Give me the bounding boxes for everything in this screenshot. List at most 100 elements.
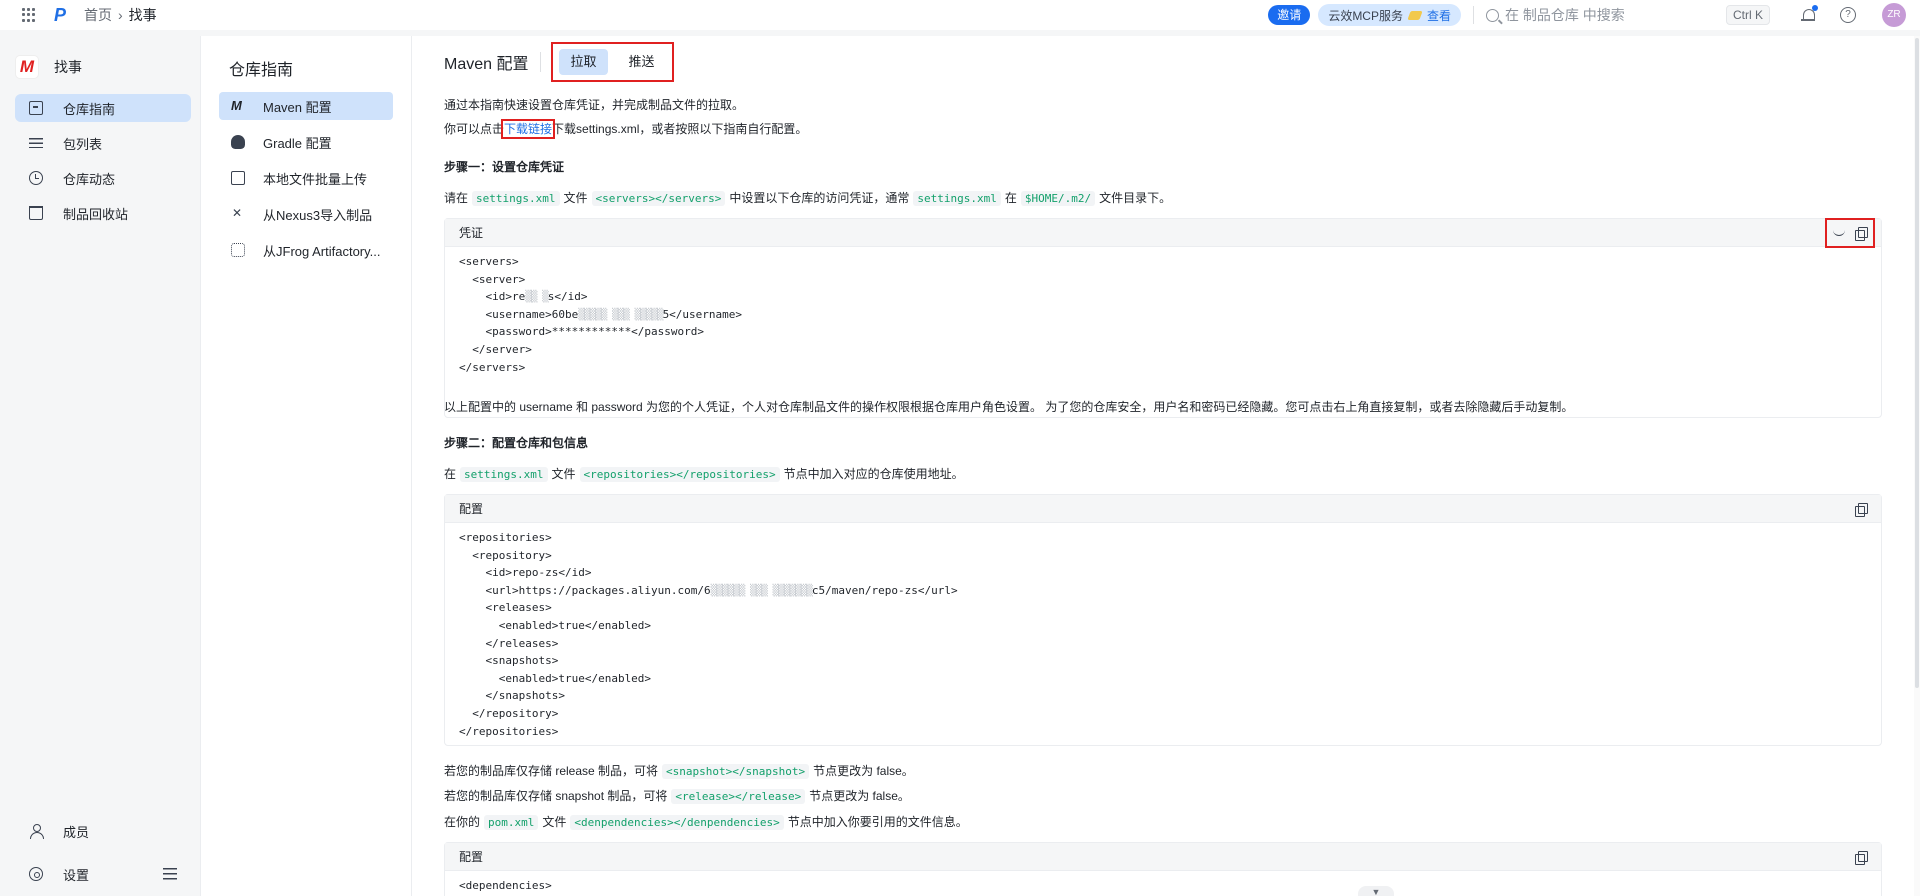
nav-item-label: 仓库动态 bbox=[63, 171, 116, 187]
mcp-view-link[interactable]: 查看 bbox=[1427, 7, 1451, 24]
code-line: </releases> bbox=[459, 636, 559, 650]
collapse-sidebar-icon[interactable] bbox=[163, 868, 177, 880]
copy-icon[interactable] bbox=[1855, 226, 1868, 241]
step2-description: 在 settings.xml 文件 <repositories></repositor… bbox=[444, 465, 964, 482]
guide-item-gradle[interactable]: Gradle 配置 bbox=[219, 128, 393, 156]
guide-item-label: 本地文件批量上传 bbox=[263, 171, 368, 187]
gear-icon bbox=[29, 867, 43, 881]
intro-download-text: 你可以点击下载链接下载settings.xml，或者按照以下指南自行配置。 bbox=[444, 119, 808, 139]
tab-pull[interactable]: 拉取 bbox=[559, 49, 608, 75]
code-line: <enabled>true</enabled> bbox=[459, 671, 652, 685]
text: 中设置以下仓库的访问凭证，通常 bbox=[729, 191, 910, 205]
text: 若您的制品库仅存储 snapshot 制品，可将 bbox=[444, 789, 668, 803]
mcp-service-chip[interactable]: 云效MCP服务 查看 bbox=[1318, 4, 1461, 26]
nexus-icon bbox=[231, 206, 245, 221]
guide-item-upload[interactable]: 本地文件批量上传 bbox=[219, 164, 393, 192]
top-right-tools: 邀请 云效MCP服务 查看 在 制品仓库 中搜索 Ctrl K ? ZR bbox=[1268, 0, 1920, 30]
code-text: <username>60be bbox=[459, 307, 579, 321]
search-icon bbox=[1486, 8, 1499, 22]
download-link[interactable]: 下载链接 bbox=[501, 119, 556, 139]
jfrog-icon bbox=[231, 243, 245, 257]
code-line: <repositories> bbox=[459, 531, 552, 544]
text: 你可以点击 bbox=[444, 122, 505, 136]
guide-item-label: 从Nexus3导入制品 bbox=[263, 207, 373, 223]
scroll-down-icon[interactable]: ▼ bbox=[1358, 886, 1394, 896]
text: 文件 bbox=[542, 815, 567, 829]
code-line: <password>************</password> bbox=[459, 325, 705, 339]
text: 文件目录下。 bbox=[1099, 191, 1172, 205]
nav-item-label: 制品回收站 bbox=[63, 206, 129, 222]
product-logo-icon[interactable]: P bbox=[54, 5, 72, 26]
code-line: </repositories> bbox=[459, 724, 559, 738]
tab-push[interactable]: 推送 bbox=[618, 49, 666, 75]
breadcrumb-home[interactable]: 首页 bbox=[84, 5, 112, 25]
guide-item-nexus[interactable]: 从Nexus3导入制品 bbox=[219, 200, 393, 228]
dependency-config-panel: 配置 <dependencies> bbox=[444, 842, 1882, 896]
top-bar: P 首页 › 找事 邀请 云效MCP服务 查看 在 制品仓库 中搜索 Ctrl … bbox=[0, 0, 1920, 30]
scrollbar[interactable] bbox=[1914, 36, 1920, 896]
panel-title: 配置 bbox=[459, 850, 484, 864]
pom-note: 在你的 pom.xml 文件 <denpendencies></denpendenci… bbox=[444, 813, 968, 830]
repo-brand[interactable]: M 找事 bbox=[6, 50, 200, 84]
guide-item-jfrog[interactable]: 从JFrog Artifactory... bbox=[219, 236, 393, 264]
credential-code[interactable]: <servers> <server> <id>re▒▒ ▒s</id> <use… bbox=[445, 247, 1881, 382]
blurred-text: ▒▒▒▒▒▒ ▒▒▒ ▒▒▒▒▒▒▒ bbox=[710, 583, 813, 597]
help-icon[interactable]: ? bbox=[1840, 7, 1856, 23]
apps-grid-icon[interactable] bbox=[14, 0, 44, 30]
code-text: 5</username> bbox=[662, 307, 743, 321]
invite-button[interactable]: 邀请 bbox=[1268, 5, 1311, 25]
hand-icon bbox=[1407, 10, 1423, 20]
bell-icon[interactable] bbox=[1800, 5, 1818, 23]
eye-closed-icon[interactable] bbox=[1833, 230, 1845, 236]
nav-item-label: 包列表 bbox=[63, 136, 103, 152]
text: 节点更改为 false。 bbox=[813, 764, 914, 778]
breadcrumb-current: 找事 bbox=[128, 7, 157, 23]
code-line: <server> bbox=[459, 272, 526, 286]
code-line: </repository> bbox=[459, 706, 559, 720]
nav-item-activity[interactable]: 仓库动态 bbox=[15, 164, 191, 192]
credential-note: 以上配置中的 username 和 password 为您的个人凭证，个人对仓库… bbox=[444, 400, 1574, 414]
scrollbar-thumb[interactable] bbox=[1915, 38, 1919, 688]
text: 节点更改为 false。 bbox=[809, 789, 910, 803]
breadcrumb-separator: › bbox=[118, 7, 123, 23]
text: 在 bbox=[1004, 191, 1017, 205]
clock-icon bbox=[29, 171, 43, 185]
search-input[interactable]: 在 制品仓库 中搜索 bbox=[1486, 5, 1726, 25]
code-line: <snapshots> bbox=[459, 654, 559, 668]
divider bbox=[540, 52, 542, 72]
copy-icon[interactable] bbox=[1855, 502, 1868, 517]
nav-item-recycle-bin[interactable]: 制品回收站 bbox=[15, 199, 191, 227]
dependency-code[interactable]: <dependencies> bbox=[445, 871, 1881, 896]
code-line: <releases> bbox=[459, 601, 552, 615]
repo-logo-icon: M bbox=[16, 56, 38, 78]
text: 下载settings.xml，或者按照以下指南自行配置。 bbox=[552, 122, 808, 136]
nav-item-settings[interactable]: 设置 bbox=[15, 860, 191, 888]
repository-code[interactable]: <repositories> <repository> <id>repo-zs<… bbox=[445, 523, 1881, 746]
panel-actions bbox=[1825, 218, 1875, 248]
nav-item-packages[interactable]: 包列表 bbox=[15, 129, 191, 157]
main-content: Maven 配置 拉取 推送 通过本指南快速设置仓库凭证，并完成制品文件的拉取。… bbox=[412, 36, 1914, 896]
guide-panel-title: 仓库指南 bbox=[229, 62, 294, 79]
panel-header: 配置 bbox=[445, 843, 1881, 871]
nav-item-guide[interactable]: 仓库指南 bbox=[15, 94, 191, 122]
code-line: <enabled>true</enabled> bbox=[459, 618, 652, 632]
copy-icon[interactable] bbox=[1855, 850, 1868, 865]
text: 在你的 bbox=[444, 815, 481, 829]
avatar[interactable]: ZR bbox=[1882, 3, 1906, 27]
nav-item-members[interactable]: 成员 bbox=[15, 817, 191, 845]
text: 节点中加入对应的仓库使用地址。 bbox=[783, 467, 964, 481]
inline-code: <release></release> bbox=[671, 789, 806, 804]
panel-title: 凭证 bbox=[459, 226, 484, 240]
mcp-label: 云效MCP服务 bbox=[1328, 8, 1403, 23]
guide-item-label: Maven 配置 bbox=[263, 99, 332, 115]
code-text: c5/maven/repo-zs</url> bbox=[811, 583, 958, 597]
guide-item-maven[interactable]: M Maven 配置 bbox=[219, 92, 393, 120]
user-icon bbox=[29, 824, 44, 839]
code-line: <username>60be▒▒▒▒▒ ▒▒▒ ▒▒▒▒▒5</username… bbox=[459, 306, 1867, 324]
inline-code: <repositories></repositories> bbox=[579, 467, 780, 482]
nav-bottom: 成员 设置 bbox=[6, 802, 200, 896]
nav-item-label: 设置 bbox=[63, 867, 90, 883]
code-text: <url>https://packages.aliyun.com/6 bbox=[459, 583, 711, 597]
intro-text: 通过本指南快速设置仓库凭证，并完成制品文件的拉取。 bbox=[444, 98, 745, 112]
divider bbox=[1473, 6, 1474, 24]
